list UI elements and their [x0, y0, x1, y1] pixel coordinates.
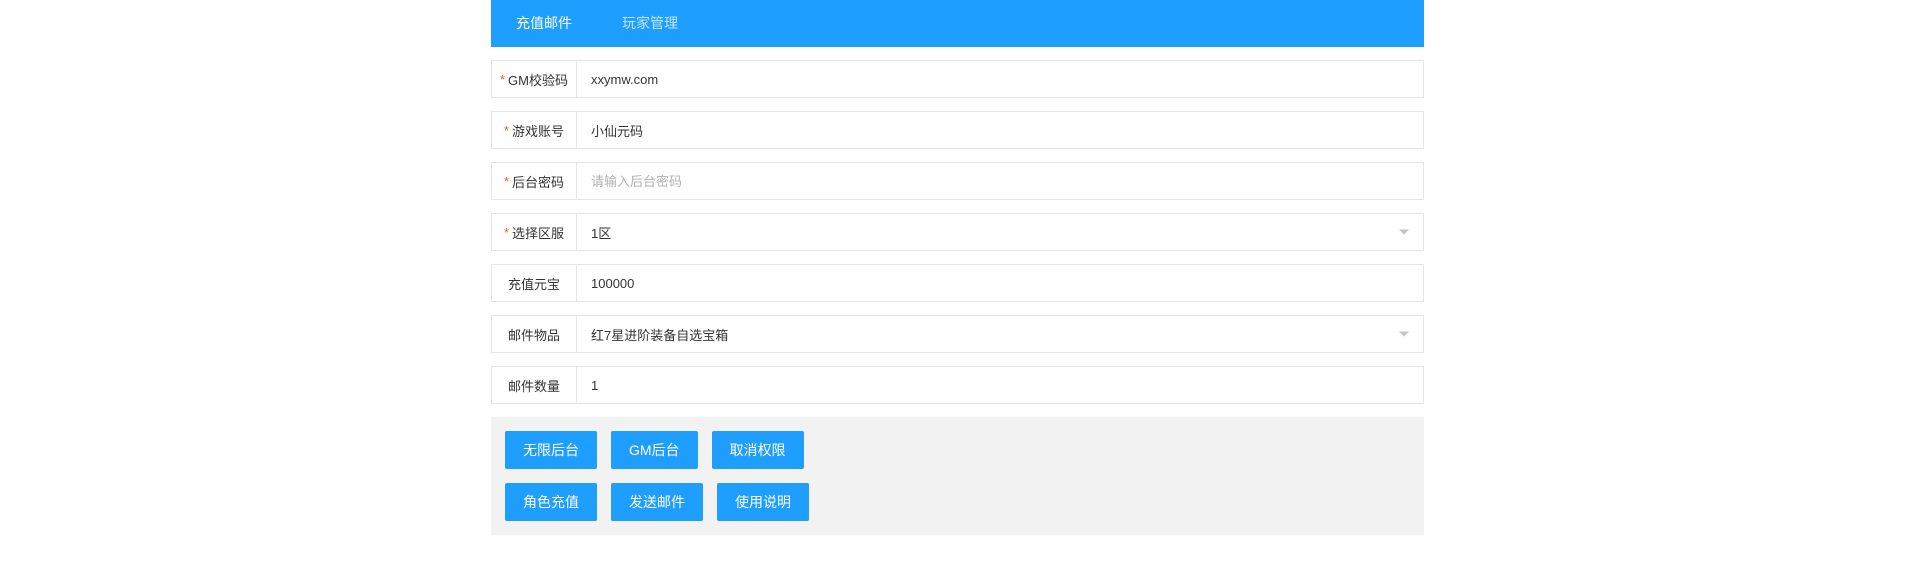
- chevron-down-icon: [1399, 230, 1409, 235]
- main-container: 充值邮件 玩家管理 *GM校验码 *游戏账号 *后台密码 *选择区服: [491, 0, 1424, 535]
- label-server: *选择区服: [492, 214, 577, 250]
- row-gm-code: *GM校验码: [491, 60, 1424, 98]
- unlimited-backend-button[interactable]: 无限后台: [505, 431, 597, 469]
- yuanbao-input[interactable]: [577, 265, 1423, 301]
- cancel-permission-button[interactable]: 取消权限: [712, 431, 804, 469]
- account-input[interactable]: [577, 112, 1423, 148]
- tab-player-management[interactable]: 玩家管理: [597, 0, 703, 47]
- label-account: *游戏账号: [492, 112, 577, 148]
- row-quantity: 邮件数量: [491, 366, 1424, 404]
- row-account: *游戏账号: [491, 111, 1424, 149]
- gm-code-input[interactable]: [577, 61, 1423, 97]
- chevron-down-icon: [1399, 332, 1409, 337]
- usage-instructions-button[interactable]: 使用说明: [717, 483, 809, 521]
- label-gm-code: *GM校验码: [492, 61, 577, 97]
- item-select[interactable]: 红7星进阶装备自选宝箱: [577, 316, 1423, 352]
- quantity-input[interactable]: [577, 367, 1423, 403]
- row-server: *选择区服 1区: [491, 213, 1424, 251]
- role-recharge-button[interactable]: 角色充值: [505, 483, 597, 521]
- label-password: *后台密码: [492, 163, 577, 199]
- label-yuanbao: 充值元宝: [492, 265, 577, 301]
- password-input[interactable]: [577, 163, 1423, 199]
- server-select[interactable]: 1区: [577, 214, 1423, 250]
- tab-bar: 充值邮件 玩家管理: [491, 0, 1424, 47]
- row-yuanbao: 充值元宝: [491, 264, 1424, 302]
- send-mail-button[interactable]: 发送邮件: [611, 483, 703, 521]
- label-item: 邮件物品: [492, 316, 577, 352]
- row-password: *后台密码: [491, 162, 1424, 200]
- label-quantity: 邮件数量: [492, 367, 577, 403]
- tab-recharge-mail[interactable]: 充值邮件: [491, 0, 597, 47]
- button-panel: 无限后台 GM后台 取消权限 角色充值 发送邮件 使用说明: [491, 417, 1424, 535]
- gm-backend-button[interactable]: GM后台: [611, 431, 698, 469]
- row-item: 邮件物品 红7星进阶装备自选宝箱: [491, 315, 1424, 353]
